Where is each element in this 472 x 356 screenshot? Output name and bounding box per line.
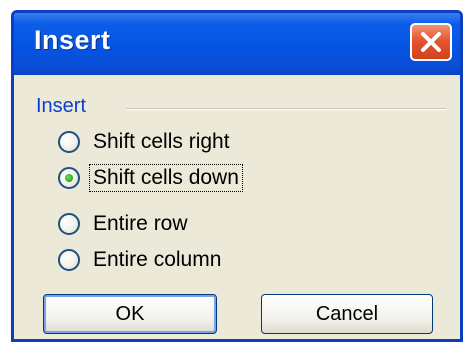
close-icon [421,32,441,52]
cancel-button[interactable]: Cancel [261,294,433,334]
close-button[interactable] [410,23,452,61]
group-divider [126,108,446,110]
option-entire-row[interactable]: Entire row [58,209,191,239]
insert-dialog: Insert Insert Shift cells right Shift ce… [11,10,463,342]
group-label: Insert [36,95,87,117]
radio-button[interactable] [58,249,80,271]
option-shift-cells-down[interactable]: Shift cells down [58,163,243,193]
radio-button[interactable] [58,131,80,153]
title-bar[interactable]: Insert [14,13,460,75]
ok-button[interactable]: OK [43,294,217,334]
radio-button[interactable] [58,213,80,235]
option-label: Shift cells right [93,130,230,153]
option-shift-cells-right[interactable]: Shift cells right [58,127,233,157]
dialog-title: Insert [34,25,111,55]
option-label: Entire row [93,212,188,235]
radio-button-selected[interactable] [58,167,80,189]
option-label: Shift cells down [89,164,243,192]
option-entire-column[interactable]: Entire column [58,245,224,275]
option-label: Entire column [93,248,222,271]
